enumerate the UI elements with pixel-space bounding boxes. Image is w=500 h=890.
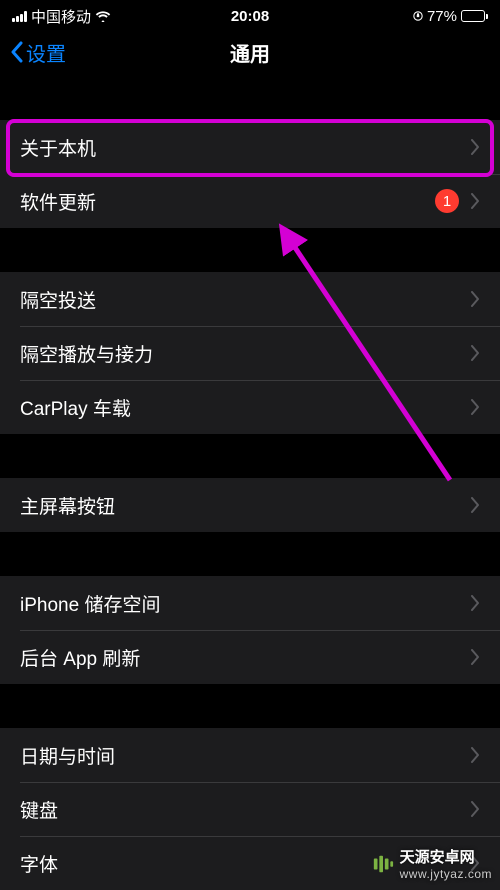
- chevron-right-icon: [471, 399, 480, 415]
- list-group: 隔空投送 隔空播放与接力 CarPlay 车载: [0, 272, 500, 434]
- list-item-label: 日期与时间: [20, 742, 115, 769]
- status-left: 中国移动: [12, 6, 111, 27]
- watermark-logo-icon: [372, 853, 394, 875]
- list-item[interactable]: 键盘: [0, 782, 500, 836]
- section-gap: [0, 532, 500, 576]
- chevron-right-icon: [471, 139, 480, 155]
- section-gap: [0, 76, 500, 120]
- chevron-right-icon: [471, 747, 480, 763]
- list-item[interactable]: 隔空投送: [0, 272, 500, 326]
- list-item-label: 关于本机: [20, 134, 96, 161]
- list-item[interactable]: CarPlay 车载: [0, 380, 500, 434]
- wifi-icon: [95, 10, 111, 22]
- list-item[interactable]: 日期与时间: [0, 728, 500, 782]
- section-gap: [0, 228, 500, 272]
- list-item[interactable]: 软件更新 1: [0, 174, 500, 228]
- chevron-right-icon: [471, 649, 480, 665]
- section-gap: [0, 434, 500, 478]
- status-right: 77%: [413, 8, 488, 25]
- list-item[interactable]: 隔空播放与接力: [0, 326, 500, 380]
- chevron-left-icon: [10, 41, 24, 63]
- list-item-label: 后台 App 刷新: [20, 644, 140, 671]
- list-item-label: 字体: [20, 850, 58, 877]
- time-label: 20:08: [231, 8, 269, 25]
- list-group: 主屏幕按钮: [0, 478, 500, 532]
- back-button[interactable]: 设置: [10, 38, 66, 67]
- chevron-right-icon: [471, 345, 480, 361]
- carrier-label: 中国移动: [31, 6, 91, 27]
- nav-bar: 设置 通用: [0, 28, 500, 76]
- list-item[interactable]: 后台 App 刷新: [0, 630, 500, 684]
- list-item-label: iPhone 储存空间: [20, 590, 160, 617]
- watermark-brand: 天源安卓网: [400, 846, 492, 867]
- battery-pct-label: 77%: [427, 8, 457, 25]
- watermark-url: www.jytyaz.com: [400, 867, 492, 881]
- notification-badge: 1: [435, 189, 459, 213]
- list-item-label: 主屏幕按钮: [20, 492, 115, 519]
- content-scroll[interactable]: 关于本机 软件更新 1 隔空投送 隔空播放与接力: [0, 76, 500, 890]
- back-label: 设置: [26, 38, 66, 67]
- signal-icon: [12, 11, 27, 22]
- list-group: iPhone 储存空间 后台 App 刷新: [0, 576, 500, 684]
- list-item[interactable]: iPhone 储存空间: [0, 576, 500, 630]
- list-item-label: 软件更新: [20, 188, 96, 215]
- list-item[interactable]: 关于本机: [0, 120, 500, 174]
- orientation-lock-icon: [413, 10, 423, 22]
- chevron-right-icon: [471, 595, 480, 611]
- list-item-label: CarPlay 车载: [20, 394, 131, 421]
- list-item-label: 隔空播放与接力: [20, 340, 153, 367]
- chevron-right-icon: [471, 801, 480, 817]
- list-item-label: 隔空投送: [20, 286, 96, 313]
- chevron-right-icon: [471, 497, 480, 513]
- page-title: 通用: [230, 38, 270, 67]
- battery-icon: [461, 10, 488, 22]
- watermark: 天源安卓网 www.jytyaz.com: [372, 846, 492, 881]
- chevron-right-icon: [471, 291, 480, 307]
- list-item[interactable]: 主屏幕按钮: [0, 478, 500, 532]
- chevron-right-icon: [471, 193, 480, 209]
- list-item-label: 键盘: [20, 796, 58, 823]
- status-bar: 中国移动 20:08 77%: [0, 0, 500, 28]
- section-gap: [0, 684, 500, 728]
- list-group: 关于本机 软件更新 1: [0, 120, 500, 228]
